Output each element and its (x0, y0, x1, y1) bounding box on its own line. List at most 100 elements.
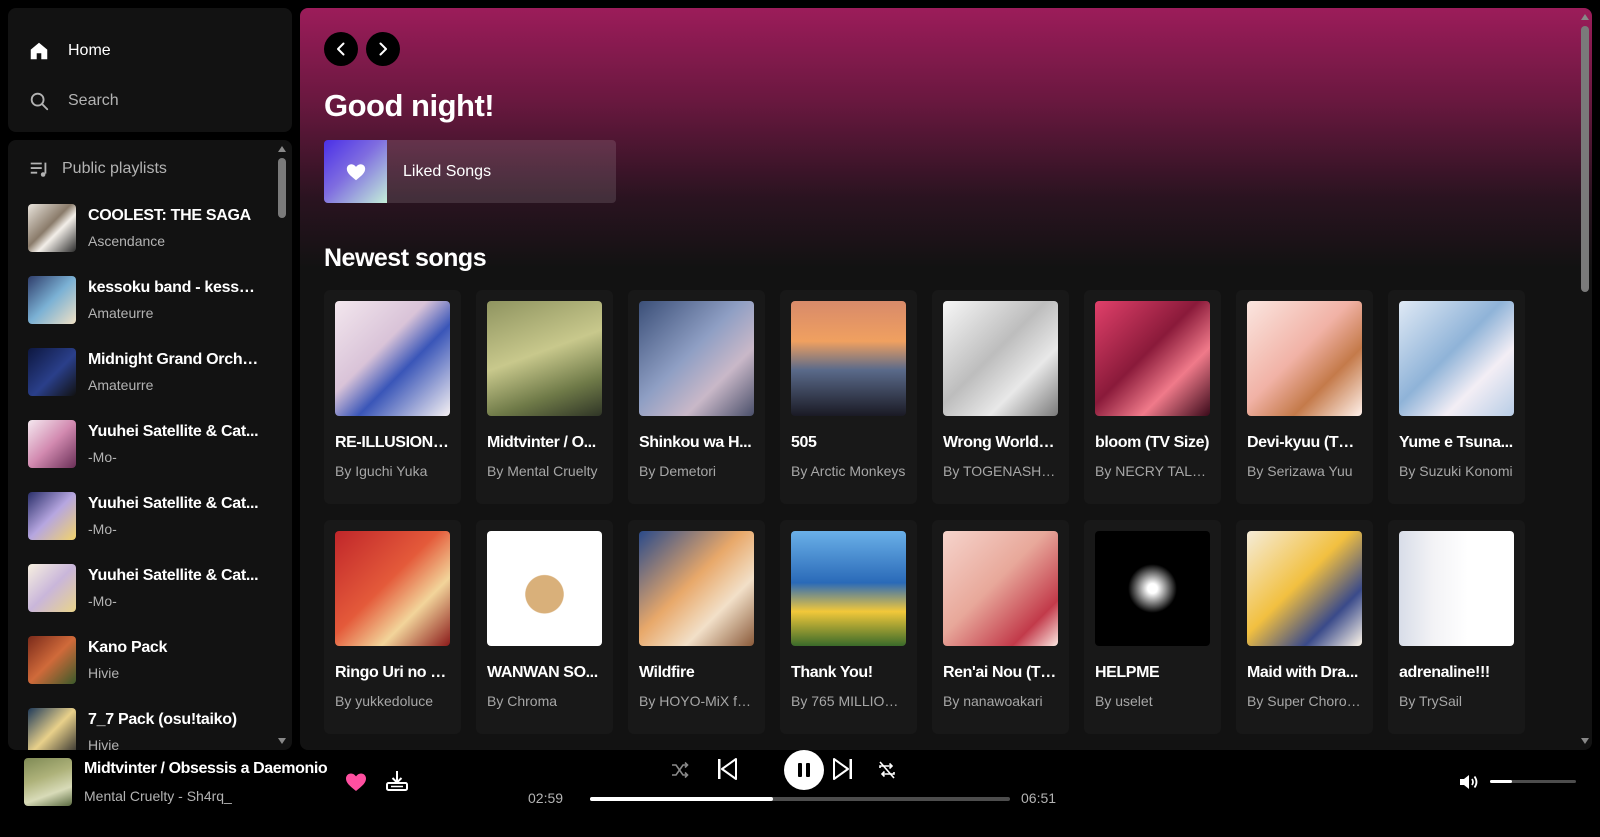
song-artist: By Iguchi Yuka (335, 463, 428, 479)
song-title: HELPME (1095, 664, 1160, 681)
song-artist: By TOGENASHI T... (943, 463, 1058, 479)
song-title: bloom (TV Size) (1095, 434, 1210, 451)
song-artist: By Arctic Monkeys (791, 463, 906, 479)
now-playing-art[interactable] (24, 758, 72, 806)
song-title: Shinkou wa H... (639, 434, 752, 451)
playlist-item[interactable]: 7_7 Pack (osu!taiko) Hivie (18, 696, 282, 750)
playlist-text: kessoku band - kesso... Amateurre (88, 279, 260, 321)
section-title-newest: Newest songs (324, 244, 487, 272)
play-pause-button[interactable] (784, 750, 824, 790)
song-card[interactable]: Thank You! By 765 MILLION... (780, 520, 917, 734)
song-card[interactable]: bloom (TV Size) By NECRY TALKIE (1084, 290, 1221, 504)
playlist-title: Midnight Grand Orche... (88, 351, 260, 368)
song-cover (1399, 301, 1514, 416)
repeat-off-icon[interactable] (876, 759, 898, 781)
song-card[interactable]: Yume e Tsuna... By Suzuki Konomi (1388, 290, 1525, 504)
library-header[interactable]: Public playlists (8, 140, 292, 192)
song-artist: By Super Chorog... (1247, 693, 1362, 709)
volume-slider[interactable] (1490, 780, 1576, 783)
pause-icon (798, 763, 810, 777)
nav-search[interactable]: Search (28, 76, 272, 126)
playlist-text: COOLEST: THE SAGA Ascendance (88, 207, 260, 249)
song-title: Wrong World (... (943, 434, 1058, 451)
song-artist: By Suzuki Konomi (1399, 463, 1513, 479)
greeting-title: Good night! (324, 88, 495, 123)
scroll-up-icon[interactable] (278, 146, 286, 152)
song-card[interactable]: Ren'ai Nou (TV... By nanawoakari (932, 520, 1069, 734)
scrollbar-thumb[interactable] (278, 158, 286, 218)
song-title: Devi-kyuu (TV ... (1247, 434, 1362, 451)
song-artist: By yukkedoluce (335, 693, 434, 709)
download-icon[interactable] (384, 768, 410, 794)
nav-home[interactable]: Home (28, 26, 272, 76)
song-cover (1247, 301, 1362, 416)
playlist-owner: Amateurre (88, 305, 154, 321)
song-card[interactable]: HELPME By uselet (1084, 520, 1221, 734)
progress-fill (590, 797, 774, 801)
main-scrollbar[interactable] (1578, 8, 1592, 750)
search-icon (30, 92, 49, 111)
playlist-thumbnail (28, 564, 76, 612)
progress-bar[interactable] (590, 797, 1010, 801)
playlist-title: Yuuhei Satellite & Cat... (88, 567, 259, 584)
song-card[interactable]: Wildfire By HOYO-MiX fe... (628, 520, 765, 734)
playlist-item[interactable]: Yuuhei Satellite & Cat... -Mo- (18, 408, 282, 480)
scroll-down-icon[interactable] (1581, 738, 1589, 744)
song-title: adrenaline!!! (1399, 664, 1490, 681)
player-bar: Midtvinter / Obsessis a Daemonio Mental … (0, 750, 1600, 837)
liked-songs-shortcut[interactable]: Liked Songs (324, 140, 616, 203)
song-card[interactable]: Shinkou wa H... By Demetori (628, 290, 765, 504)
song-title: Wildfire (639, 664, 695, 681)
volume-fill (1490, 780, 1512, 783)
playlist-item[interactable]: Yuuhei Satellite & Cat... -Mo- (18, 552, 282, 624)
song-cover (791, 531, 906, 646)
song-card[interactable]: Ringo Uri no U... By yukkedoluce (324, 520, 461, 734)
song-card[interactable]: Maid with Dra... By Super Chorog... (1236, 520, 1373, 734)
song-card[interactable]: Devi-kyuu (TV ... By Serizawa Yuu (1236, 290, 1373, 504)
now-playing-artist[interactable]: Mental Cruelty - Sh4rq_ (84, 788, 232, 804)
previous-icon[interactable] (716, 756, 738, 782)
scrollbar-thumb[interactable] (1581, 26, 1589, 292)
sidebar-scrollbar[interactable] (276, 140, 288, 750)
playlist-owner: Ascendance (88, 233, 166, 249)
song-card[interactable]: WANWAN SO... By Chroma (476, 520, 613, 734)
scroll-up-icon[interactable] (1581, 14, 1589, 20)
volume-icon[interactable] (1457, 770, 1481, 794)
playlist-item[interactable]: Yuuhei Satellite & Cat... -Mo- (18, 480, 282, 552)
song-card[interactable]: 505 By Arctic Monkeys (780, 290, 917, 504)
scroll-down-icon[interactable] (278, 738, 286, 744)
forward-button[interactable] (366, 32, 400, 66)
playlist-thumbnail (28, 276, 76, 324)
playlist-item[interactable]: Midnight Grand Orche... Amateurre (18, 336, 282, 408)
song-card[interactable]: Wrong World (... By TOGENASHI T... (932, 290, 1069, 504)
song-card[interactable]: RE-ILLUSION (... By Iguchi Yuka (324, 290, 461, 504)
song-title: Maid with Dra... (1247, 664, 1358, 681)
shuffle-icon[interactable] (670, 760, 690, 780)
song-artist: By HOYO-MiX fe... (639, 693, 754, 709)
playlist-item[interactable]: Kano Pack Hivie (18, 624, 282, 696)
playlist-title: COOLEST: THE SAGA (88, 207, 251, 224)
playlist-item[interactable]: COOLEST: THE SAGA Ascendance (18, 192, 282, 264)
song-artist: By Mental Cruelty (487, 463, 598, 479)
playlist-thumbnail (28, 492, 76, 540)
like-heart-icon[interactable] (344, 770, 368, 794)
now-playing-title[interactable]: Midtvinter / Obsessis a Daemonio (84, 760, 328, 778)
song-cover (1095, 531, 1210, 646)
library-title: Public playlists (62, 160, 167, 177)
main-content: Good night! Liked Songs Newest songs RE-… (300, 8, 1592, 750)
playlist-thumbnail (28, 708, 76, 750)
nav-home-label: Home (68, 42, 111, 59)
back-button[interactable] (324, 32, 358, 66)
playlist-item[interactable]: kessoku band - kesso... Amateurre (18, 264, 282, 336)
song-cover (487, 301, 602, 416)
song-artist: By Serizawa Yuu (1247, 463, 1353, 479)
song-cover (335, 531, 450, 646)
song-card[interactable]: adrenaline!!! By TrySail (1388, 520, 1525, 734)
song-title: RE-ILLUSION (... (335, 434, 450, 451)
chevron-right-icon (379, 42, 387, 56)
song-title: Thank You! (791, 664, 873, 681)
next-icon[interactable] (832, 756, 854, 782)
playlist-icon (30, 162, 47, 177)
liked-songs-art (324, 140, 387, 203)
song-card[interactable]: Midtvinter / O... By Mental Cruelty (476, 290, 613, 504)
